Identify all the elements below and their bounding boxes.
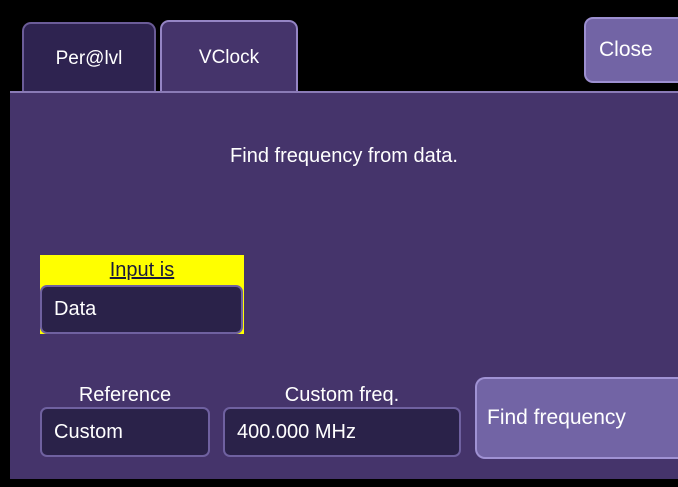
custom-freq-field[interactable]: 400.000 MHz	[223, 407, 461, 457]
reference-value: Custom	[54, 420, 123, 443]
close-button-label: Close	[599, 38, 653, 61]
close-button[interactable]: Close	[584, 17, 678, 83]
reference-label: Reference	[78, 384, 172, 406]
find-frequency-label: Find frequency	[487, 406, 626, 429]
custom-freq-label: Custom freq.	[284, 384, 400, 406]
tab-vclock[interactable]: VClock	[160, 20, 298, 93]
info-text: Find frequency from data.	[230, 145, 458, 167]
input-is-label: Input is	[40, 255, 244, 285]
input-source-value: Data	[54, 298, 97, 320]
reference-select[interactable]: Custom	[40, 407, 210, 457]
tab-label: Per@lvl	[55, 47, 123, 69]
tab-label: VClock	[198, 46, 260, 68]
tab-per-at-level[interactable]: Per@lvl	[22, 22, 156, 93]
custom-freq-value: 400.000 MHz	[237, 420, 356, 443]
input-source-select[interactable]: Data	[40, 285, 243, 334]
find-frequency-button[interactable]: Find frequency	[475, 377, 678, 459]
dialog-frame: Per@lvl VClock Close Find frequency from…	[0, 0, 678, 487]
